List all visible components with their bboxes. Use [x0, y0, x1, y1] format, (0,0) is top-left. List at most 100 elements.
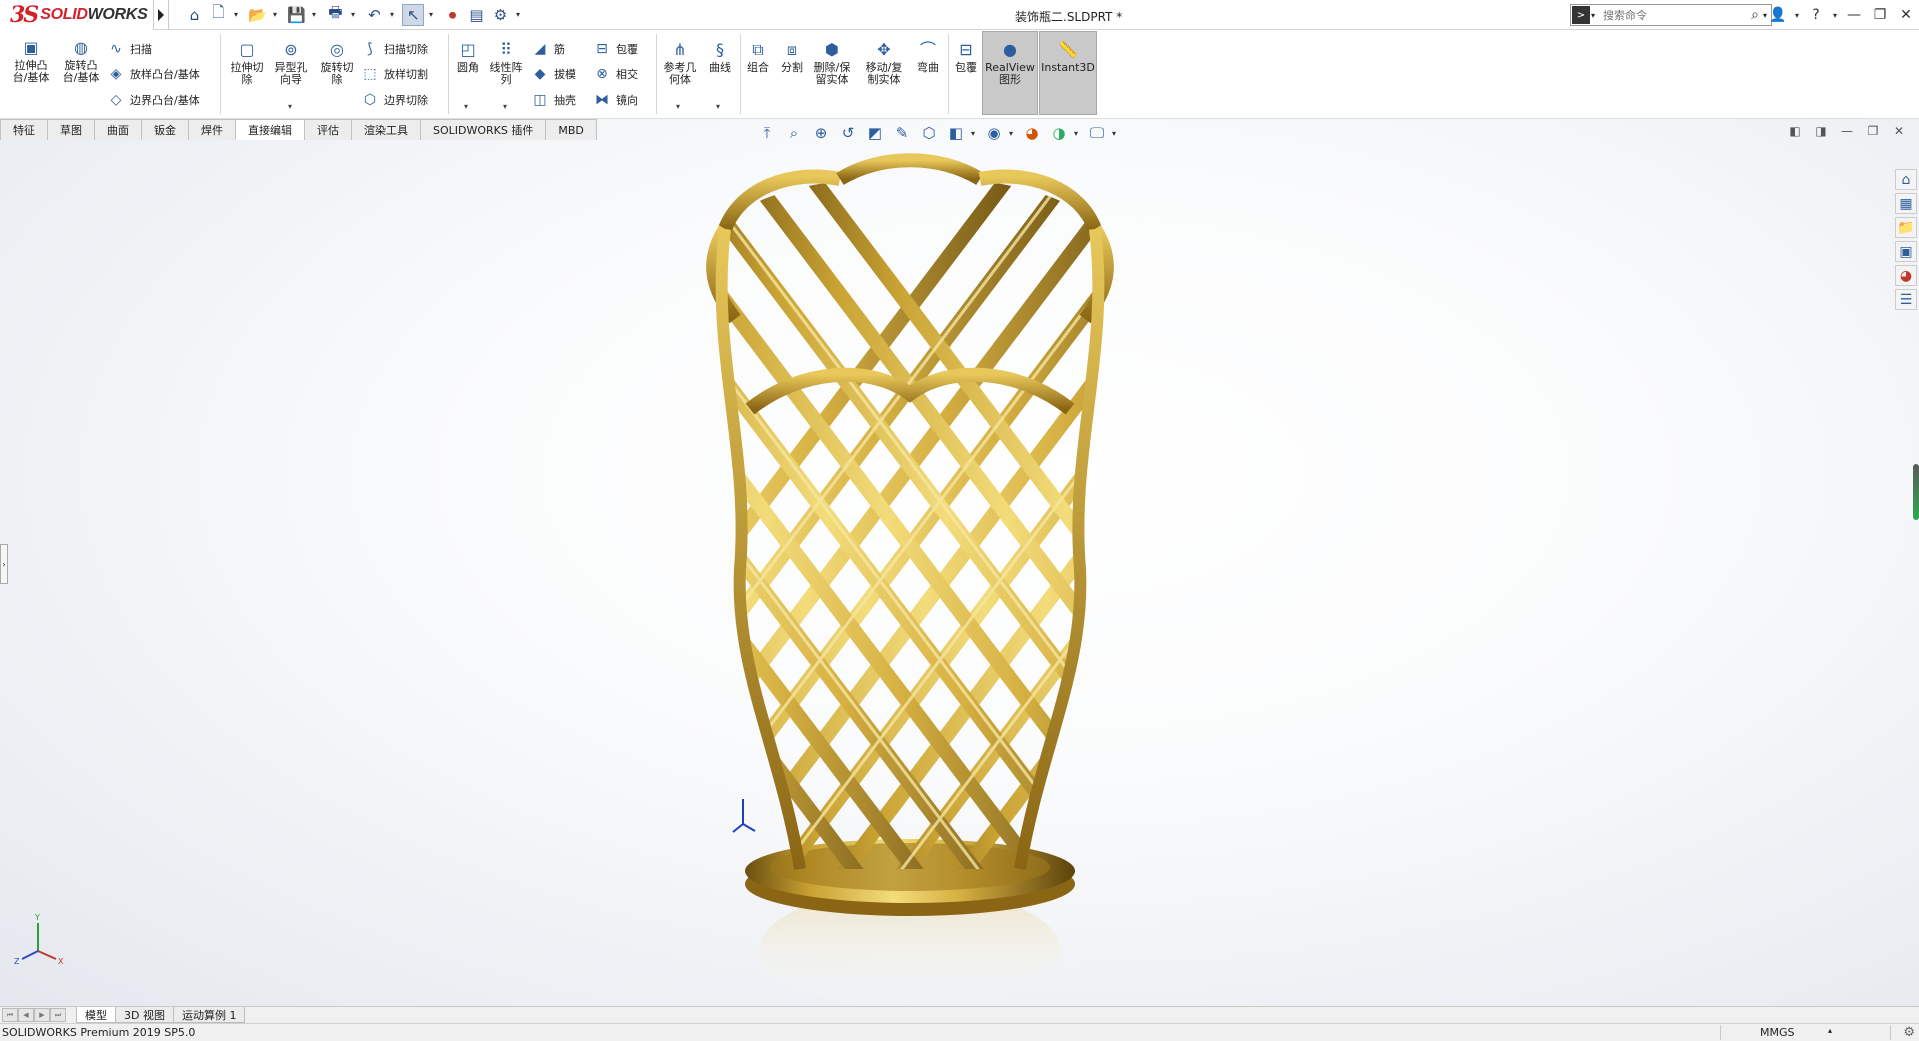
shell-button[interactable]: ◫ 抽壳 [530, 90, 576, 110]
curves-dropdown[interactable]: ▾ [716, 102, 720, 111]
viewport-close-icon[interactable]: ✕ [1889, 123, 1909, 139]
close-icon[interactable]: ✕ [1893, 0, 1919, 30]
open-folder-icon[interactable]: 📂 [246, 4, 268, 26]
search-icon[interactable]: ⌕ [1751, 7, 1759, 23]
wrap-button[interactable]: ⊟ 包覆 [592, 39, 638, 59]
file-explorer-icon[interactable]: 📁 [1895, 217, 1917, 238]
unit-system-selector[interactable]: MMGS [1760, 1026, 1795, 1039]
view-settings-monitor-icon[interactable]: 🖵 [1085, 122, 1109, 144]
tab-5[interactable]: 直接编辑 [235, 119, 305, 140]
scene-dropdown[interactable]: ▾ [1074, 129, 1082, 138]
sweep-cut-button[interactable]: ⟆ 扫描切除 [360, 39, 428, 59]
instant3d-button[interactable]: 📏 Instant3D [1039, 31, 1097, 115]
tab-8[interactable]: SOLIDWORKS 插件 [420, 119, 547, 140]
fillet-button[interactable]: ◰ 圆角 [450, 40, 486, 74]
hole-wizard-button[interactable]: ⊚ 异型孔 向导 [268, 40, 314, 86]
options-gear-icon[interactable]: ⚙ [489, 4, 511, 26]
new-dropdown[interactable]: ▾ [231, 10, 240, 19]
save-dropdown[interactable]: ▾ [309, 10, 318, 19]
rib-button[interactable]: ◢ 筋 [530, 39, 565, 59]
split-left-icon[interactable]: ◧ [1785, 123, 1805, 139]
split-button[interactable]: ⧈ 分割 [776, 40, 808, 74]
delete-keep-body-button[interactable]: ⬢ 删除/保 留实体 [808, 40, 856, 86]
unit-system-dropdown[interactable]: ▴ [1828, 1026, 1832, 1035]
view-palette-icon[interactable]: ▣ [1895, 241, 1917, 262]
open-dropdown[interactable]: ▾ [270, 10, 279, 19]
section-view-icon[interactable]: ◩ [863, 122, 887, 144]
first-tab-icon[interactable]: ⏮ [2, 1008, 18, 1022]
tab-4[interactable]: 焊件 [188, 119, 236, 140]
next-tab-icon[interactable]: ▶ [34, 1008, 50, 1022]
reference-geometry-button[interactable]: ⋔ 参考几 何体 [658, 40, 702, 86]
hide-show-items-icon[interactable]: ◉ [982, 122, 1006, 144]
tab-2[interactable]: 曲面 [94, 119, 142, 140]
intersect-button[interactable]: ⊗ 相交 [592, 64, 638, 84]
loft-cut-button[interactable]: ⬚ 放样切割 [360, 64, 428, 84]
hide-show-dropdown[interactable]: ▾ [1009, 129, 1017, 138]
revolve-boss-button[interactable]: ◍ 旋转凸 台/基体 [58, 38, 104, 84]
bottom-tab-1[interactable]: 3D 视图 [115, 1007, 174, 1023]
bottom-tab-2[interactable]: 运动算例 1 [172, 1007, 246, 1023]
tab-0[interactable]: 特征 [0, 119, 48, 140]
save-icon[interactable]: 💾 [285, 4, 307, 26]
custom-properties-icon[interactable]: ☰ [1895, 289, 1917, 310]
appearances-scenes-icon[interactable]: ◕ [1895, 265, 1917, 286]
zoom-to-fit-icon[interactable]: ⌕ [782, 122, 806, 144]
minimize-icon[interactable]: — [1841, 0, 1867, 30]
help-dropdown[interactable]: ▾ [1829, 0, 1841, 30]
tab-6[interactable]: 评估 [304, 119, 352, 140]
combine-button[interactable]: ⧉ 组合 [742, 40, 774, 74]
bottom-tab-0[interactable]: 模型 [76, 1007, 116, 1023]
help-icon[interactable]: ? [1803, 0, 1829, 30]
wrap-feature-button[interactable]: ⊟ 包覆 [950, 40, 982, 74]
linear-pattern-button[interactable]: ⠿ 线性阵 列 [486, 40, 526, 86]
viewport-restore-icon[interactable]: ❐ [1863, 123, 1883, 139]
linear-pattern-dropdown[interactable]: ▾ [503, 102, 507, 111]
vase-model[interactable] [640, 149, 1180, 1006]
tab-7[interactable]: 渲染工具 [351, 119, 421, 140]
select-pointer-icon[interactable]: ↖ [402, 3, 425, 26]
hole-wizard-dropdown[interactable]: ▾ [288, 102, 292, 111]
display-style-dropdown[interactable]: ▾ [971, 129, 979, 138]
move-copy-body-button[interactable]: ✥ 移动/复 制实体 [860, 40, 908, 86]
fillet-dropdown[interactable]: ▾ [464, 102, 468, 111]
dynamic-annotation-icon[interactable]: ✎ [890, 122, 914, 144]
boundary-cut-button[interactable]: ⬡ 边界切除 [360, 90, 428, 110]
search-type-dropdown[interactable]: ▾ [1591, 11, 1599, 20]
previous-tab-icon[interactable]: ◀ [18, 1008, 34, 1022]
new-document-icon[interactable]: 🗋 [207, 3, 229, 26]
select-dropdown[interactable]: ▾ [426, 10, 435, 19]
user-dropdown[interactable]: ▾ [1791, 0, 1803, 30]
undo-dropdown[interactable]: ▾ [387, 10, 396, 19]
search-command-icon[interactable]: > [1572, 6, 1590, 24]
extrude-cut-button[interactable]: ▢ 拉伸切 除 [224, 40, 270, 86]
search-input[interactable] [1599, 8, 1739, 22]
view-settings-dropdown[interactable]: ▾ [1112, 129, 1120, 138]
view-orientation-icon[interactable]: ⬡ [917, 122, 941, 144]
restore-icon[interactable]: ❐ [1867, 0, 1893, 30]
flex-button[interactable]: ⌒ 弯曲 [912, 40, 944, 74]
print-dropdown[interactable]: ▾ [348, 10, 357, 19]
sweep-button[interactable]: ∿ 扫描 [106, 39, 152, 59]
home-icon[interactable]: ⌂ [183, 4, 205, 26]
viewport-minimize-icon[interactable]: — [1837, 123, 1857, 139]
curves-button[interactable]: § 曲线 [702, 40, 738, 74]
rebuild-traffic-light-icon[interactable]: ⏺ [441, 4, 463, 26]
undo-icon[interactable]: ↶ [363, 4, 385, 26]
realview-graphics-button[interactable]: ● RealView 图形 [982, 31, 1038, 115]
graphics-area[interactable]: ⤒ ⌕ ⊕ ↺ ◩ ✎ ⬡ ◧ ▾ ◉ ▾ ◕ ◑ ▾ 🖵 ▾ ◧ ◨ — ❐ … [0, 119, 1919, 1006]
solidworks-resources-icon[interactable]: ⌂ [1895, 169, 1917, 190]
draft-button[interactable]: ◆ 拔模 [530, 64, 576, 84]
solidworks-logo[interactable]: 3S SOLIDWORKS [0, 0, 154, 30]
apply-scene-icon[interactable]: ◑ [1047, 122, 1071, 144]
tab-1[interactable]: 草图 [47, 119, 95, 140]
reference-geometry-dropdown[interactable]: ▾ [676, 102, 680, 111]
extrude-boss-button[interactable]: ▣ 拉伸凸 台/基体 [8, 38, 54, 84]
tab-9[interactable]: MBD [545, 119, 597, 140]
tab-3[interactable]: 钣金 [141, 119, 189, 140]
print-icon[interactable]: 🖶 [324, 3, 346, 26]
mirror-button[interactable]: ⧓ 镜向 [592, 90, 638, 110]
edit-appearance-icon[interactable]: ◕ [1020, 122, 1044, 144]
status-customize-icon[interactable]: ⚙ [1903, 1025, 1915, 1040]
view-orient-normal-icon[interactable]: ⤒ [755, 122, 779, 144]
